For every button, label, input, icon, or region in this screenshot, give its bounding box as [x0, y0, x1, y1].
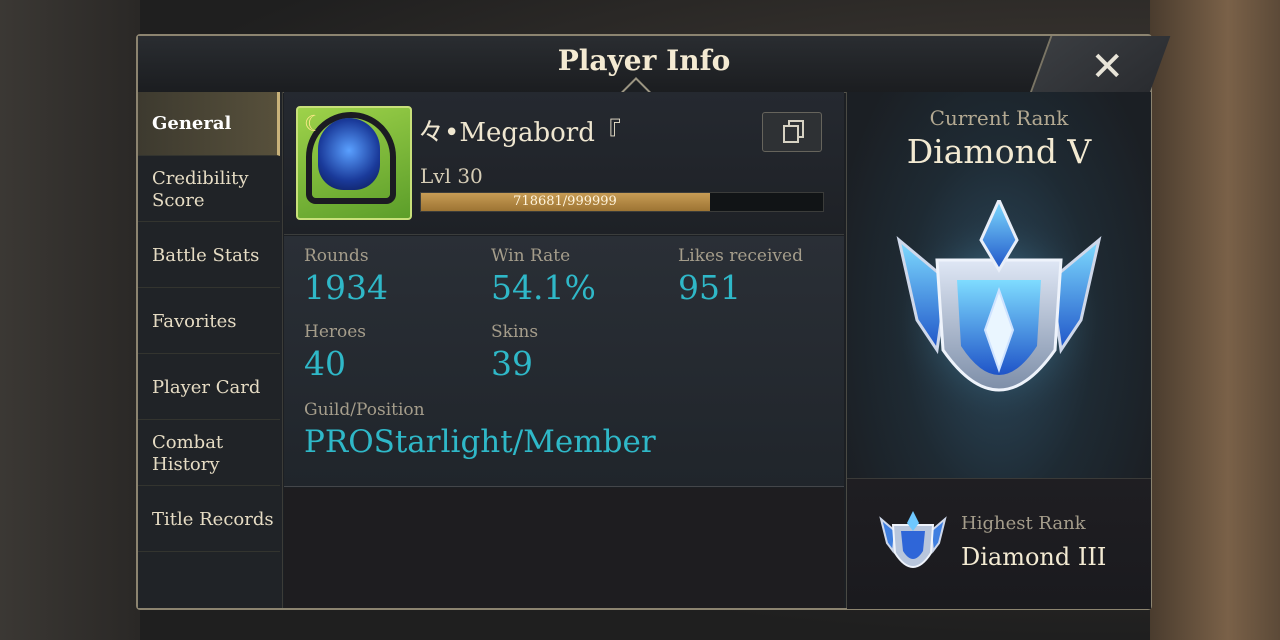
highest-rank-value: Diamond III — [961, 543, 1107, 571]
background-left — [0, 0, 140, 640]
tab-player-card[interactable]: Player Card — [138, 356, 280, 420]
stats-section: Rounds 1934 Win Rate 54.1% Likes receive… — [284, 236, 844, 487]
rounds-label: Rounds — [304, 246, 369, 266]
sidebar: General Credibility Score Battle Stats F… — [138, 92, 283, 608]
rank-panel: Current Rank Diamond V Highest Rank Diam… — [846, 92, 1151, 609]
likes-value: 951 — [678, 268, 741, 307]
profile-section: ☾ 々•Megabord『 Lvl 30 718681/999999 — [284, 92, 844, 235]
empty-area — [284, 488, 844, 608]
tab-label: General — [152, 112, 232, 134]
tab-title-records[interactable]: Title Records — [138, 488, 280, 552]
tab-favorites[interactable]: Favorites — [138, 290, 280, 354]
xp-progress-bar: 718681/999999 — [420, 192, 824, 212]
diamond-rank-small-icon — [879, 511, 947, 568]
current-rank-label: Current Rank — [929, 106, 1069, 130]
moon-icon: ☾ — [304, 112, 324, 137]
tab-general[interactable]: General — [138, 92, 280, 156]
highest-rank-section: Highest Rank Diamond III — [847, 478, 1151, 609]
general-info: ☾ 々•Megabord『 Lvl 30 718681/999999 Round… — [284, 92, 844, 608]
tab-credibility-score[interactable]: Credibility Score — [138, 158, 280, 222]
tab-battle-stats[interactable]: Battle Stats — [138, 224, 280, 288]
player-info-panel: Player Info ✕ General Credibility Score … — [136, 34, 1171, 610]
skins-label: Skins — [491, 322, 539, 342]
likes-label: Likes received — [678, 246, 803, 266]
heroes-value: 40 — [304, 344, 346, 383]
tab-label: Combat History — [152, 431, 224, 475]
skins-value: 39 — [491, 344, 533, 383]
winrate-value: 54.1% — [491, 268, 596, 307]
page-title: Player Info — [557, 44, 731, 77]
player-level: Lvl 30 — [420, 164, 483, 188]
highest-rank-label: Highest Rank — [961, 513, 1086, 534]
guild-label: Guild/Position — [304, 400, 425, 420]
hero-face-icon — [318, 118, 380, 190]
player-name: 々•Megabord『 — [418, 118, 621, 148]
close-icon[interactable]: ✕ — [1090, 44, 1124, 90]
copy-icon — [783, 120, 804, 143]
diamond-rank-emblem-icon[interactable] — [877, 200, 1121, 440]
guild-value[interactable]: PROStarlight/Member — [304, 424, 656, 460]
tab-label: Credibility Score — [152, 167, 249, 211]
tab-label: Battle Stats — [152, 244, 260, 266]
heroes-label: Heroes — [304, 322, 367, 342]
tab-label: Favorites — [152, 310, 237, 332]
current-rank-value: Diamond V — [906, 132, 1092, 171]
winrate-label: Win Rate — [491, 246, 571, 266]
xp-progress-text: 718681/999999 — [513, 194, 617, 209]
tab-label: Title Records — [152, 508, 274, 530]
tab-label: Player Card — [152, 376, 261, 398]
rounds-value: 1934 — [304, 268, 388, 307]
tab-combat-history[interactable]: Combat History — [138, 422, 280, 486]
background-right — [1150, 0, 1280, 640]
copy-button[interactable] — [762, 112, 822, 152]
avatar[interactable]: ☾ — [296, 106, 412, 220]
